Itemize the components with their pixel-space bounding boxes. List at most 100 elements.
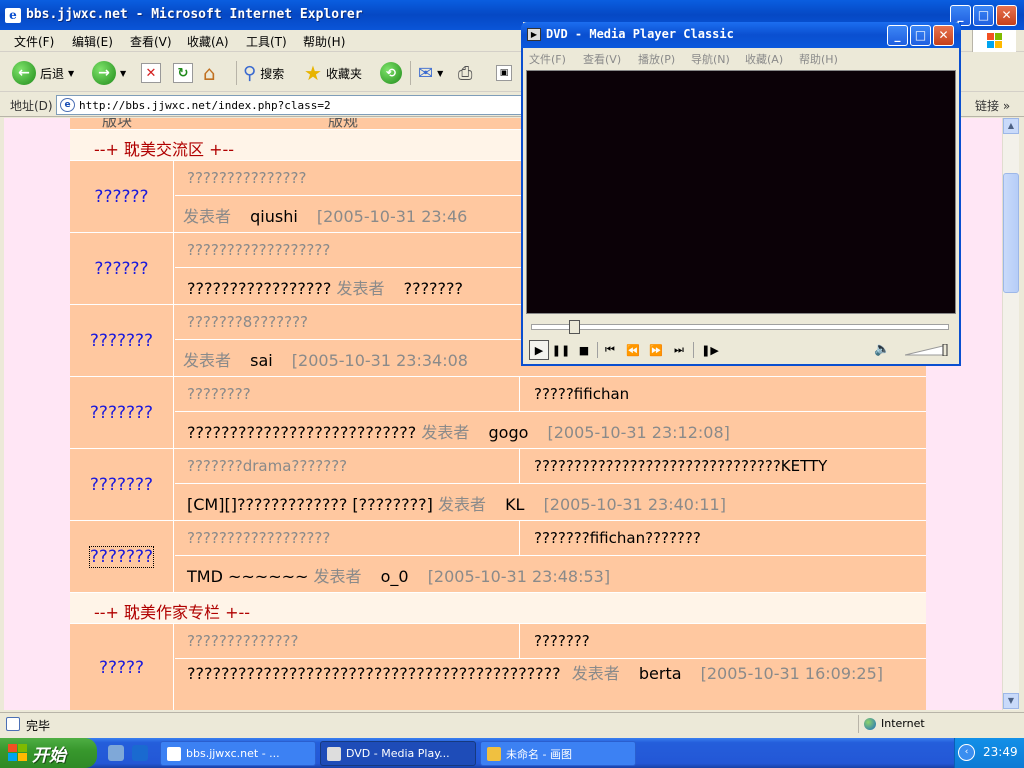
poster-name[interactable]: berta [639,664,682,683]
search-button[interactable]: ⚲ 搜索 [243,59,284,87]
latest-title[interactable]: [CM][]????????????? [????????] [187,495,433,514]
board-name[interactable]: ??????? [88,546,155,568]
mpc-close-button[interactable]: ✕ [933,25,954,46]
status-text: 完毕 [26,719,51,733]
ie-quicklaunch-icon[interactable] [132,745,148,761]
scroll-up-icon[interactable]: ▲ [1003,118,1019,134]
rewind-button[interactable]: ⏪ [623,340,643,360]
board-rules: ?????????????????? [175,521,519,556]
start-label: 开始 [32,745,66,766]
volume-slider[interactable] [905,344,949,356]
back-button[interactable]: ← 后退 ▼ [12,59,74,87]
pause-icon: ❚❚ [551,343,571,357]
volume-speaker-icon[interactable]: 🔈 [874,342,892,358]
mpc-menu-help[interactable]: 帮助(H) [799,51,838,67]
board-name[interactable]: ??????? [90,331,153,351]
favorites-button[interactable]: ★ 收藏夹 [304,59,362,87]
board-link[interactable]: ??????? [70,521,174,593]
mpc-titlebar[interactable]: ▶ DVD - Media Player Classic _ □ ✕ [521,22,961,48]
back-label: 后退 [40,66,65,81]
latest-title[interactable]: TMD ~~~~~~ [187,567,308,586]
maximize-button[interactable]: □ [973,5,994,26]
stop-button[interactable]: ✕ [141,59,161,87]
frame-step-button[interactable]: ❚▶ [700,340,720,360]
menu-favorites[interactable]: 收藏(A) [187,33,229,50]
scroll-thumb[interactable] [1003,173,1019,293]
history-button[interactable]: ⟲ [380,59,402,87]
mpc-minimize-button[interactable]: _ [887,25,908,46]
show-desktop-icon[interactable] [108,745,124,761]
post-time: [2005-10-31 23:34:08 [291,351,468,370]
poster-name[interactable]: qiushi [250,207,298,226]
latest-title[interactable]: ????????????????????????????????????????… [187,664,561,683]
menu-help[interactable]: 帮助(H) [303,33,345,50]
start-button[interactable]: 开始 [0,738,97,768]
section-header: --+ 耽美作家专栏 +-- [70,593,926,624]
print-button[interactable]: ⎙ [458,59,472,87]
address-input[interactable]: e http://bbs.jjwxc.net/index.php?class=2 [56,95,526,115]
latest-title[interactable]: ??????????????????????????? [187,423,416,442]
task-ie[interactable]: bbs.jjwxc.net - ... [160,741,316,766]
menu-tools[interactable]: 工具(T) [246,33,287,50]
task-mpc[interactable]: DVD - Media Play... [320,741,476,766]
poster-name[interactable]: gogo [489,423,529,442]
video-area[interactable] [526,70,956,314]
play-button[interactable]: ▶ [529,340,549,360]
home-button[interactable]: ⌂ [203,59,216,87]
header-board: 版块 [102,118,133,130]
previous-button[interactable]: ⏮ [600,340,620,360]
refresh-button[interactable]: ↻ [173,59,193,87]
forward-button[interactable]: → ▼ [92,59,126,87]
edit-button[interactable]: ▣ [496,59,512,87]
board-rules: ???????? [175,377,519,412]
mpc-menu-favorites[interactable]: 收藏(A) [745,51,783,67]
mpc-menu-file[interactable]: 文件(F) [529,51,566,67]
board-latest: [CM][]????????????? [????????] 发表者 KL [2… [175,485,926,515]
menu-edit[interactable]: 编辑(E) [72,33,113,50]
mpc-menu-play[interactable]: 播放(P) [638,51,675,67]
board-link[interactable]: ?????? [70,161,174,233]
poster-name[interactable]: KL [505,495,524,514]
mail-dropdown-icon[interactable]: ▼ [437,69,443,78]
poster-name[interactable]: sai [250,351,273,370]
media-player-window: ▶ DVD - Media Player Classic _ □ ✕ 文件(F)… [521,22,961,366]
pause-button[interactable]: ❚❚ [551,340,571,360]
board-name[interactable]: ??????? [90,475,153,495]
refresh-icon: ↻ [173,63,193,83]
fast-forward-button[interactable]: ⏩ [646,340,666,360]
board-link[interactable]: ??????? [70,305,174,377]
seek-thumb[interactable] [569,320,580,334]
board-name[interactable]: ?????? [94,259,148,279]
mpc-menu-navigate[interactable]: 导航(N) [691,51,730,67]
forward-dropdown-icon[interactable]: ▼ [120,69,126,78]
board-link[interactable]: ??????? [70,377,174,449]
board-name[interactable]: ????? [99,658,144,678]
windows-flag-icon [987,33,1003,49]
board-name[interactable]: ?????? [94,187,148,207]
menu-file[interactable]: 文件(F) [14,33,54,50]
mpc-maximize-button[interactable]: □ [910,25,931,46]
mpc-menu-view[interactable]: 查看(V) [583,51,621,67]
back-dropdown-icon[interactable]: ▼ [68,69,74,78]
next-button[interactable]: ⏭ [669,340,689,360]
mail-button[interactable]: ✉ ▼ [418,59,443,87]
tray-expand-icon[interactable]: ‹ [958,744,975,761]
volume-thumb[interactable] [942,344,948,356]
board-link[interactable]: ?????? [70,233,174,305]
poster-label: 发表者 [183,351,232,370]
stop-button[interactable]: ■ [574,340,594,360]
close-button[interactable]: ✕ [996,5,1017,26]
poster-name[interactable]: o_0 [381,567,409,586]
board-name[interactable]: ??????? [90,403,153,423]
board-link[interactable]: ??????? [70,449,174,521]
links-button[interactable]: 链接 » [975,97,1010,114]
poster-name[interactable]: ??????? [404,279,463,298]
task-label: bbs.jjwxc.net - ... [186,747,280,760]
latest-title[interactable]: ????????????????? [187,279,331,298]
menu-view[interactable]: 查看(V) [130,33,172,50]
task-paint[interactable]: 未命名 - 画图 [480,741,636,766]
seek-bar[interactable] [531,320,949,334]
board-link[interactable]: ????? [70,624,174,710]
vertical-scrollbar[interactable]: ▲ ▼ [1002,118,1019,710]
scroll-down-icon[interactable]: ▼ [1003,693,1019,709]
